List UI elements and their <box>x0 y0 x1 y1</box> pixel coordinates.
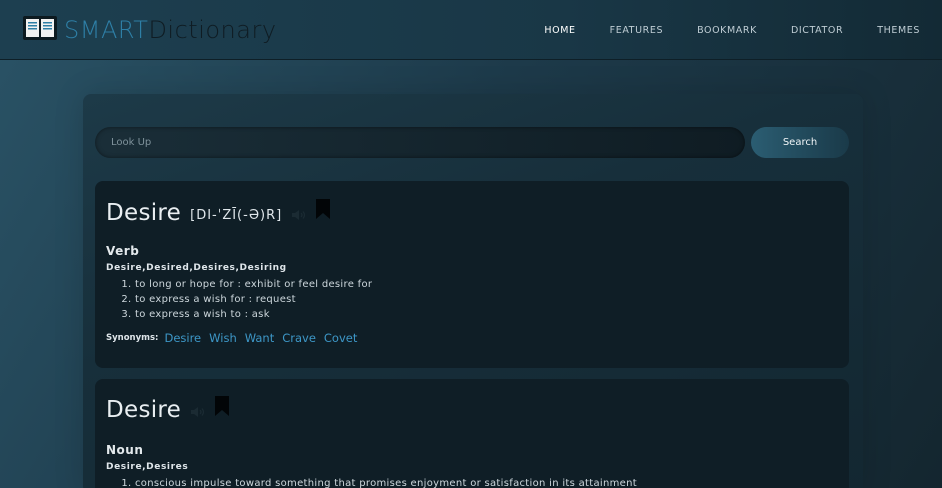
nav-item-themes[interactable]: THEMES <box>877 25 920 36</box>
phonetic-text: [DI-ˈZĪ(-Ə)R] <box>190 208 283 223</box>
speaker-icon[interactable] <box>291 206 307 225</box>
brand-logo[interactable]: SMARTDictionary <box>22 14 277 46</box>
synonym-link[interactable]: Covet <box>324 331 357 345</box>
word-header: Desire [DI-ˈZĪ(-Ə)R] <box>106 196 838 230</box>
synonyms-label: Synonyms: <box>106 333 159 343</box>
synonym-link[interactable]: Wish <box>209 331 237 345</box>
word-title: Desire <box>106 397 182 423</box>
word-title: Desire <box>106 200 182 226</box>
nav-item-bookmark[interactable]: BOOKMARK <box>697 25 757 36</box>
navbar: SMARTDictionary HOME FEATURES BOOKMARK D… <box>0 0 942 60</box>
word-forms: Desire,Desired,Desires,Desiring <box>106 263 287 273</box>
nav-item-dictator[interactable]: DICTATOR <box>791 25 843 36</box>
search-input[interactable] <box>95 127 745 158</box>
synonyms-row: Synonyms: Desire Wish Want Crave Covet <box>106 331 838 345</box>
synonym-link[interactable]: Crave <box>282 331 316 345</box>
search-button[interactable]: Search <box>751 127 849 158</box>
word-header: Desire <box>106 393 838 427</box>
brand-name-part2: Dictionary <box>148 16 277 44</box>
nav-menu: HOME FEATURES BOOKMARK DICTATOR THEMES <box>510 0 920 60</box>
nav-item-home[interactable]: HOME <box>544 25 575 36</box>
synonym-link[interactable]: Desire <box>164 331 201 345</box>
word-entry-card: Desire [DI-ˈZĪ(-Ə)R] Verb Desire,Desired… <box>95 181 849 368</box>
definition-list: conscious impulse toward something that … <box>135 476 838 488</box>
word-forms: Desire,Desires <box>106 462 189 472</box>
speaker-icon[interactable] <box>190 403 206 422</box>
bookmark-icon[interactable] <box>215 396 230 420</box>
open-book-icon <box>22 13 58 47</box>
definition-list: to long or hope for : exhibit or feel de… <box>135 277 838 322</box>
definition-item: to express a wish for : request <box>135 292 838 307</box>
part-of-speech: Verb <box>106 244 140 258</box>
word-entry-card: Desire Noun Desire,Desires conscious imp… <box>95 379 849 488</box>
synonym-link[interactable]: Want <box>245 331 274 345</box>
definition-item: to express a wish to : ask <box>135 307 838 322</box>
part-of-speech: Noun <box>106 443 144 457</box>
definition-item: to long or hope for : exhibit or feel de… <box>135 277 838 292</box>
definition-item: conscious impulse toward something that … <box>135 476 838 488</box>
bookmark-icon[interactable] <box>316 199 331 223</box>
nav-item-features[interactable]: FEATURES <box>610 25 663 36</box>
brand-name: SMARTDictionary <box>64 16 277 44</box>
brand-name-part1: SMART <box>64 16 149 44</box>
